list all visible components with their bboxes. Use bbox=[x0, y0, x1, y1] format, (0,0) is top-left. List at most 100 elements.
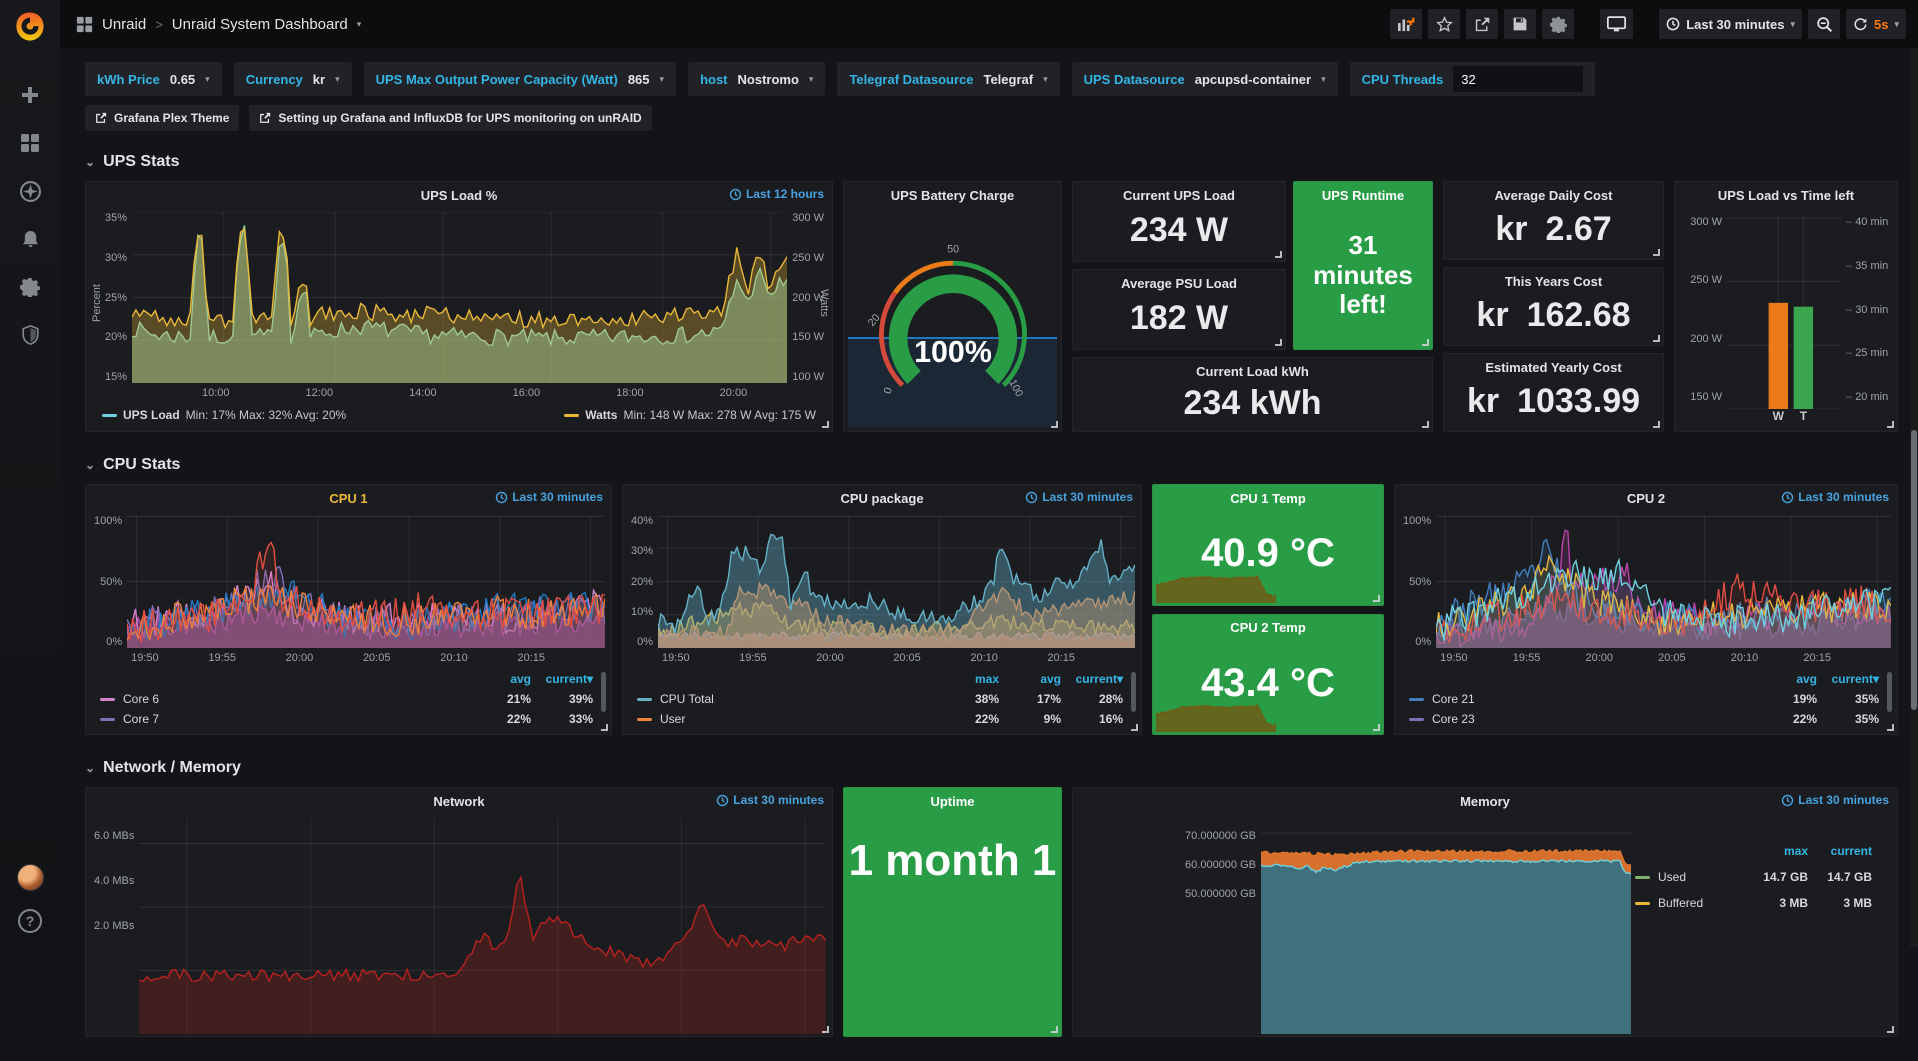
user-avatar[interactable] bbox=[17, 864, 44, 891]
panel-ups-runtime[interactable]: UPS Runtime 31 minutes left! bbox=[1293, 181, 1433, 350]
panel-current-load-kwh[interactable]: Current Load kWh 234 kWh bbox=[1072, 357, 1433, 432]
help-icon[interactable]: ? bbox=[18, 909, 42, 933]
legend-col-header-sorted[interactable]: current▾ bbox=[531, 672, 593, 686]
panel-network[interactable]: Network Last 30 minutes 6.0 MBs4.0 MBs2.… bbox=[85, 787, 833, 1037]
legend-col-header[interactable]: max bbox=[1744, 844, 1808, 858]
explore-icon[interactable] bbox=[19, 180, 41, 202]
share-button[interactable] bbox=[1466, 9, 1498, 39]
panel-ups-battery-charge[interactable]: UPS Battery Charge 0 20 50 100 100% bbox=[843, 181, 1062, 432]
legend-col-header[interactable]: avg bbox=[1755, 672, 1817, 686]
legend-row[interactable]: Used14.7 GB14.7 GB bbox=[1635, 870, 1872, 884]
panel-cpu2-temp[interactable]: CPU 2 Temp 43.4 °C bbox=[1152, 614, 1384, 736]
panel-ups-load[interactable]: UPS Load % Last 12 hours Percent 35%30%2… bbox=[85, 181, 833, 432]
legend-col-header-sorted[interactable]: current▾ bbox=[1817, 672, 1879, 686]
panel-title[interactable]: Memory bbox=[1460, 794, 1510, 809]
panel-title[interactable]: Current UPS Load bbox=[1123, 188, 1235, 203]
breadcrumb[interactable]: Unraid > Unraid System Dashboard ▾ bbox=[76, 16, 361, 33]
panel-title[interactable]: CPU 1 Temp bbox=[1230, 491, 1306, 506]
time-range-picker[interactable]: Last 30 minutes ▾ bbox=[1659, 9, 1802, 39]
network-chart[interactable] bbox=[139, 818, 826, 1034]
panel-uptime[interactable]: Uptime 1 month 1 bbox=[843, 787, 1062, 1037]
add-panel-button[interactable] bbox=[1390, 9, 1422, 39]
legend-item[interactable]: WattsMin: 148 W Max: 278 W Avg: 175 W bbox=[564, 408, 816, 422]
settings-button[interactable] bbox=[1542, 9, 1574, 39]
legend-col-header-sorted[interactable]: current▾ bbox=[1061, 672, 1123, 686]
panel-memory[interactable]: Memory Last 30 minutes 70.000000 GB60.00… bbox=[1072, 787, 1898, 1037]
legend-col-header[interactable]: avg bbox=[999, 672, 1061, 686]
variable-currency[interactable]: Currencykr▾ bbox=[234, 62, 352, 96]
create-icon[interactable] bbox=[19, 84, 41, 106]
panel-time-override[interactable]: Last 30 minutes bbox=[1781, 793, 1889, 807]
star-button[interactable] bbox=[1428, 9, 1460, 39]
panel-estimated-yearly-cost[interactable]: Estimated Yearly Cost kr1033.99 bbox=[1443, 353, 1664, 432]
panel-title[interactable]: Estimated Yearly Cost bbox=[1485, 360, 1621, 375]
legend-col-header[interactable]: max bbox=[937, 672, 999, 686]
ups-load-chart[interactable] bbox=[132, 212, 787, 383]
server-admin-icon[interactable] bbox=[19, 324, 41, 346]
page-scrollbar-thumb[interactable] bbox=[1911, 430, 1917, 710]
section-ups-stats[interactable]: ⌄UPS Stats bbox=[85, 153, 1898, 171]
variable-telegraf-datasource[interactable]: Telegraf DatasourceTelegraf▾ bbox=[837, 62, 1059, 96]
page-title[interactable]: Unraid System Dashboard bbox=[172, 16, 348, 33]
panel-title[interactable]: Uptime bbox=[930, 794, 974, 809]
variable-ups-datasource[interactable]: UPS Datasourceapcupsd-container▾ bbox=[1072, 62, 1338, 96]
link-ups-monitoring-guide[interactable]: Setting up Grafana and InfluxDB for UPS … bbox=[249, 105, 651, 131]
cpu-package-chart[interactable] bbox=[658, 515, 1135, 648]
load-vs-time-chart[interactable] bbox=[1727, 216, 1841, 409]
legend-col-header[interactable]: current bbox=[1808, 844, 1872, 858]
panel-cpu1-temp[interactable]: CPU 1 Temp 40.9 °C bbox=[1152, 484, 1384, 606]
panel-title[interactable]: This Years Cost bbox=[1505, 274, 1602, 289]
refresh-picker[interactable]: 5s ▾ bbox=[1846, 9, 1906, 39]
cycle-view-button[interactable] bbox=[1600, 9, 1633, 39]
legend-item[interactable]: UPS LoadMin: 17% Max: 32% Avg: 20% bbox=[102, 408, 346, 422]
memory-chart[interactable] bbox=[1261, 818, 1631, 1034]
zoom-out-button[interactable] bbox=[1808, 9, 1840, 39]
legend-row[interactable]: Core 2322%35% bbox=[1409, 712, 1879, 726]
section-network-memory[interactable]: ⌄Network / Memory bbox=[85, 759, 1898, 777]
panel-cpu-package[interactable]: CPU package Last 30 minutes 40%30%20%10%… bbox=[622, 484, 1142, 735]
legend-row[interactable]: CPU Total38%17%28% bbox=[637, 692, 1123, 706]
cpu1-chart[interactable] bbox=[127, 515, 605, 648]
section-cpu-stats[interactable]: ⌄CPU Stats bbox=[85, 456, 1898, 474]
panel-title[interactable]: UPS Battery Charge bbox=[891, 188, 1015, 203]
panel-current-ups-load[interactable]: Current UPS Load 234 W bbox=[1072, 181, 1286, 262]
legend-row[interactable]: Core 722%33% bbox=[100, 712, 593, 726]
legend-scrollbar[interactable] bbox=[1887, 672, 1892, 712]
panel-title[interactable]: UPS Load % bbox=[421, 188, 498, 203]
legend-row[interactable]: Core 2119%35% bbox=[1409, 692, 1879, 706]
panel-time-override[interactable]: Last 30 minutes bbox=[1025, 490, 1133, 504]
panel-time-override[interactable]: Last 30 minutes bbox=[716, 793, 824, 807]
panel-time-override[interactable]: Last 30 minutes bbox=[1781, 490, 1889, 504]
panel-this-years-cost[interactable]: This Years Cost kr162.68 bbox=[1443, 267, 1664, 346]
variable-host[interactable]: hostNostromo▾ bbox=[688, 62, 825, 96]
panel-ups-load-vs-time-left[interactable]: UPS Load vs Time left 300 W250 W200 W150… bbox=[1674, 181, 1898, 432]
panel-title[interactable]: Current Load kWh bbox=[1196, 364, 1309, 379]
panel-title[interactable]: Network bbox=[433, 794, 484, 809]
link-grafana-plex-theme[interactable]: Grafana Plex Theme bbox=[85, 105, 239, 131]
cpu2-chart[interactable] bbox=[1436, 515, 1891, 648]
panel-average-daily-cost[interactable]: Average Daily Cost kr2.67 bbox=[1443, 181, 1664, 260]
variable-ups-max-output[interactable]: UPS Max Output Power Capacity (Watt)865▾ bbox=[364, 62, 676, 96]
panel-title[interactable]: Average Daily Cost bbox=[1494, 188, 1612, 203]
page-scrollbar[interactable] bbox=[1910, 48, 1918, 947]
panel-title[interactable]: CPU 2 bbox=[1627, 491, 1665, 506]
alerting-icon[interactable] bbox=[19, 228, 41, 250]
panel-title[interactable]: CPU package bbox=[840, 491, 923, 506]
save-button[interactable] bbox=[1504, 9, 1536, 39]
panel-title[interactable]: UPS Load vs Time left bbox=[1718, 188, 1854, 203]
dashboards-icon[interactable] bbox=[19, 132, 41, 154]
panel-title[interactable]: Average PSU Load bbox=[1121, 276, 1237, 291]
panel-cpu1[interactable]: CPU 1 Last 30 minutes 100%50%0% 19:5019:… bbox=[85, 484, 612, 735]
legend-scrollbar[interactable] bbox=[601, 672, 606, 712]
panel-title[interactable]: CPU 1 bbox=[329, 491, 367, 506]
configuration-icon[interactable] bbox=[19, 276, 41, 298]
cpu-threads-input[interactable] bbox=[1453, 66, 1583, 92]
panel-time-override[interactable]: Last 12 hours bbox=[729, 187, 824, 201]
panel-title[interactable]: UPS Runtime bbox=[1322, 188, 1404, 203]
legend-row[interactable]: Core 621%39% bbox=[100, 692, 593, 706]
legend-scrollbar[interactable] bbox=[1131, 672, 1136, 712]
panel-cpu2[interactable]: CPU 2 Last 30 minutes 100%50%0% 19:5019:… bbox=[1394, 484, 1898, 735]
legend-col-header[interactable]: avg bbox=[469, 672, 531, 686]
grafana-logo-icon[interactable] bbox=[13, 10, 47, 44]
breadcrumb-app[interactable]: Unraid bbox=[102, 16, 146, 33]
